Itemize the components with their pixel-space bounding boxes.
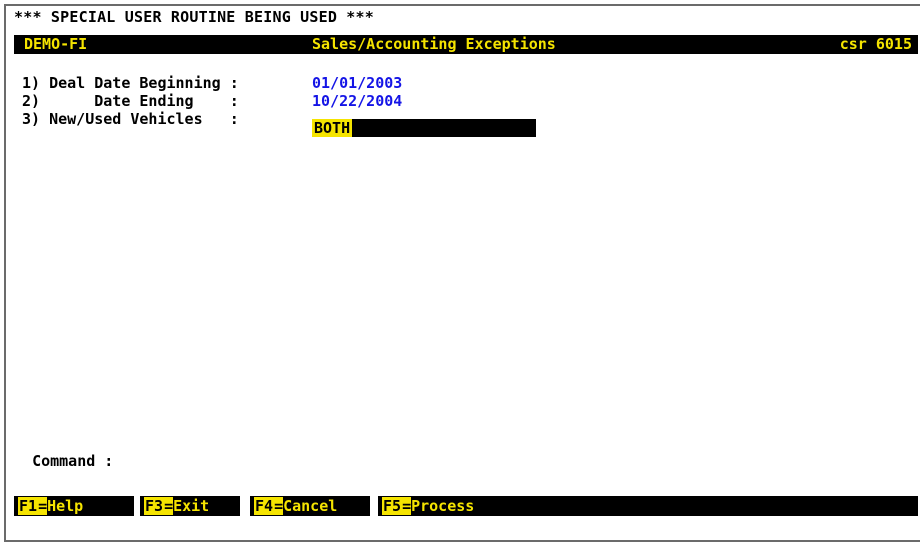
special-routine-banner: *** SPECIAL USER ROUTINE BEING USED *** [14,8,374,26]
f5-key: F5 [382,497,403,515]
field-deal-date-beginning-label: 1) Deal Date Beginning : [22,74,248,92]
f4-separator: = [274,497,284,515]
f5-label: Process [411,497,475,515]
field-date-ending-value[interactable]: 10/22/2004 [312,93,402,110]
new-used-vehicles-value: BOTH [312,119,353,137]
f1-label: Help [47,497,84,515]
function-key-bar-filler [524,496,918,516]
function-key-bar: F1=Help F3=Exit F4=Cancel F5=Process [14,496,918,516]
f4-key: F4 [254,497,275,515]
f3-separator: = [164,497,174,515]
field-date-ending-label: 2) Date Ending : [22,92,248,110]
title-bar: DEMO-FI Sales/Accounting Exceptions csr … [14,35,918,54]
f4-cancel-button[interactable]: F4=Cancel [250,496,370,516]
f5-process-button[interactable]: F5=Process [378,496,524,516]
f5-separator: = [402,497,412,515]
field-deal-date-beginning-value[interactable]: 01/01/2003 [312,75,402,92]
f3-label: Exit [173,497,210,515]
screen-title: Sales/Accounting Exceptions [312,35,556,53]
f4-label: Cancel [283,497,338,515]
f1-help-button[interactable]: F1=Help [14,496,134,516]
f3-exit-button[interactable]: F3=Exit [140,496,240,516]
screen-id: csr 6015 [839,35,912,53]
company-code: DEMO-FI [24,35,88,53]
f3-key: F3 [144,497,165,515]
f1-separator: = [38,497,48,515]
command-line[interactable]: Command : [14,436,113,470]
f1-key: F1 [18,497,39,515]
new-used-vehicles-input[interactable]: BOTH [312,119,536,137]
command-label: Command : [32,452,114,470]
field-new-used-vehicles-label: 3) New/Used Vehicles : [22,110,248,128]
